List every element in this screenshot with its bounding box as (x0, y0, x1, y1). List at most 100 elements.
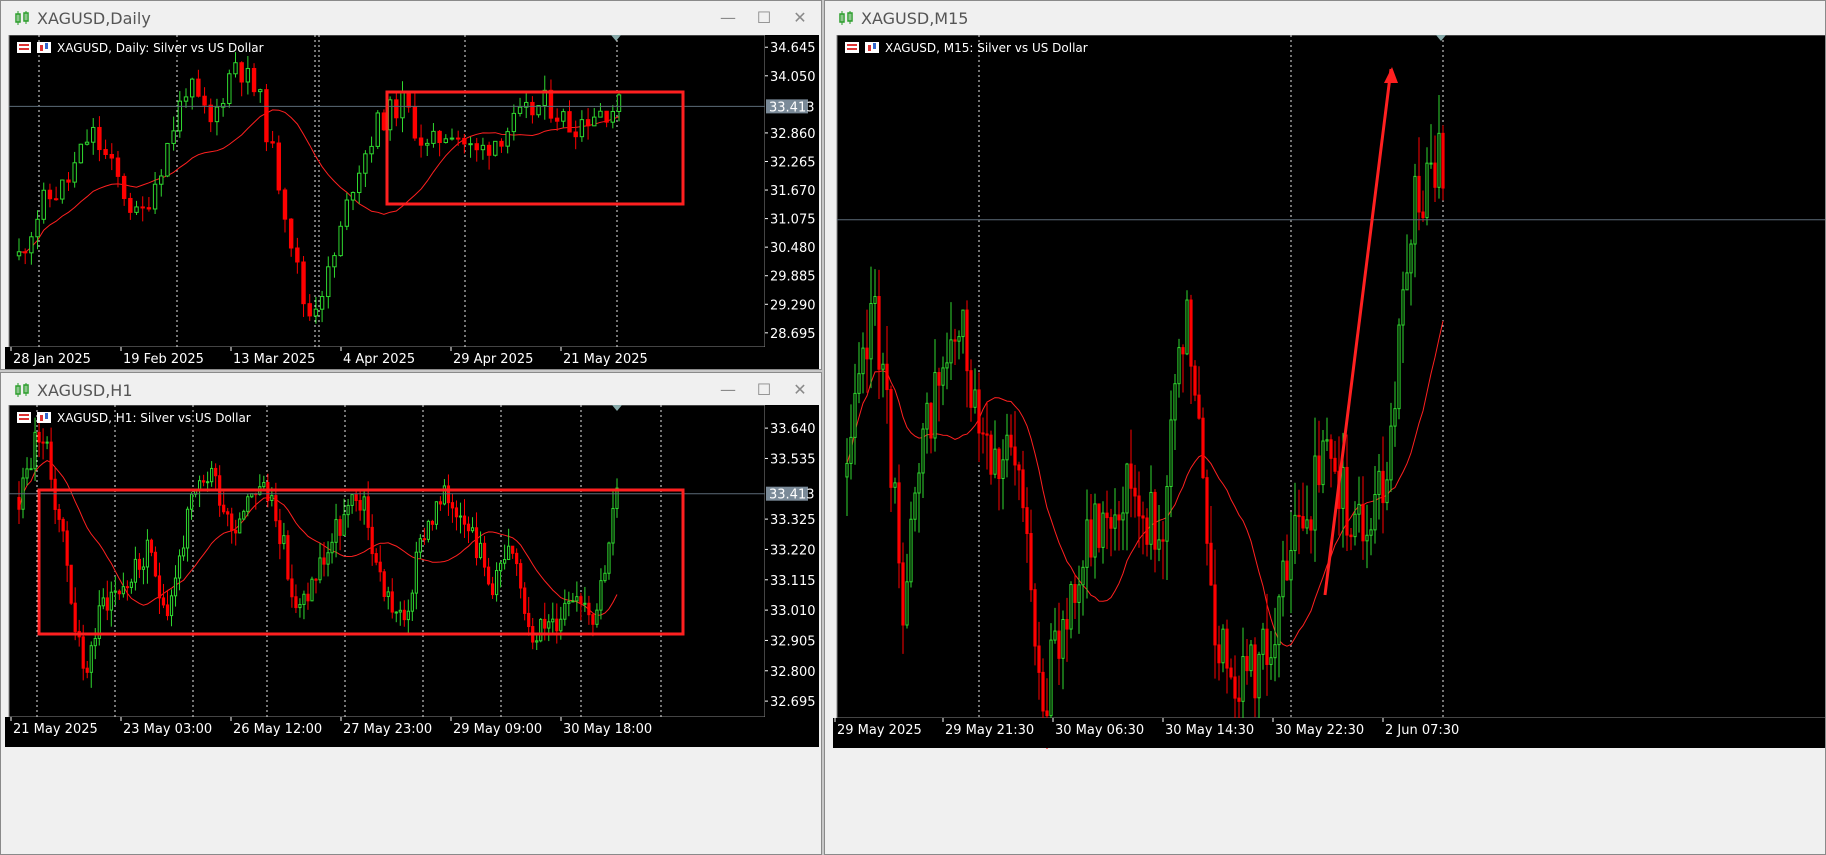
candle (264, 89, 269, 143)
candle (1389, 425, 1393, 481)
candle (342, 514, 346, 536)
candle (117, 590, 121, 595)
candle (466, 523, 471, 532)
candle (434, 501, 438, 525)
candle (350, 494, 354, 506)
current-price-label: 33.413 (769, 100, 815, 115)
candle (290, 578, 294, 598)
candle (499, 140, 504, 147)
price-tick-label: 32.695 (770, 695, 816, 710)
candle (1245, 656, 1249, 672)
m15-chart-window[interactable]: XAGUSD,M15 XAGUSD, M15: Silver vs US Dol… (824, 0, 1826, 855)
daily-price-chart[interactable]: XAGUSD, Daily: Silver vs US Dollar 34.645… (5, 35, 819, 369)
chart-header-text: XAGUSD, H1: Silver vs US Dollar (57, 411, 251, 425)
candle (202, 480, 206, 483)
candle (286, 535, 290, 580)
candle (1301, 516, 1305, 529)
time-tick-label: 13 Mar 2025 (233, 352, 315, 367)
daily-chart-window[interactable]: XAGUSD,Daily — ☐ ✕ XAGUSD, Daily: Silver… (0, 0, 822, 370)
candle (1141, 515, 1145, 519)
candle (406, 610, 410, 621)
candle (386, 591, 390, 597)
candle (957, 336, 961, 342)
candle (499, 562, 503, 571)
candle (45, 441, 49, 444)
candle (61, 518, 65, 532)
candle (1093, 503, 1097, 558)
candle (89, 645, 93, 673)
candle (258, 89, 263, 93)
candle (1249, 644, 1253, 672)
candle (595, 609, 599, 625)
candle (539, 618, 543, 642)
candle (29, 236, 34, 254)
candle (1153, 491, 1157, 550)
candle (189, 493, 194, 510)
h1-window-title: XAGUSD,H1 (37, 381, 133, 400)
candle (599, 580, 603, 611)
candlestick-icon (15, 383, 29, 397)
candle (905, 581, 909, 626)
candle (1149, 491, 1153, 545)
candle (115, 157, 121, 177)
h1-chart-window[interactable]: XAGUSD,H1 — ☐ ✕ XAGUSD, H1: Silver vs US… (0, 372, 822, 855)
candle (1129, 463, 1133, 489)
candle (869, 302, 873, 360)
candle (437, 130, 442, 144)
candle (152, 183, 158, 210)
candle (295, 247, 300, 263)
candle (1065, 618, 1069, 630)
candle (270, 495, 274, 501)
maximize-button[interactable]: ☐ (749, 6, 779, 30)
candle (1413, 175, 1417, 245)
daily-title-bar[interactable]: XAGUSD,Daily — ☐ ✕ (1, 1, 821, 35)
candle (937, 372, 941, 386)
candle (109, 153, 114, 159)
candle (1373, 493, 1377, 531)
m15-price-chart[interactable]: XAGUSD, M15: Silver vs US Dollar 29 May 2… (833, 35, 1826, 855)
candle (610, 110, 616, 123)
candle (468, 143, 473, 146)
candle (993, 448, 997, 475)
minimize-button[interactable]: — (713, 378, 743, 402)
time-tick-label: 21 May 2025 (563, 352, 648, 367)
candle (1241, 656, 1245, 702)
maximize-button[interactable]: ☐ (749, 378, 779, 402)
close-button[interactable]: ✕ (785, 378, 815, 402)
candle (338, 519, 342, 536)
candle (486, 566, 491, 585)
candle (227, 73, 232, 104)
chart-type-icon-bar (40, 415, 43, 421)
candle (1005, 434, 1009, 461)
candle (238, 518, 242, 534)
candle (1185, 299, 1189, 355)
close-button[interactable]: ✕ (785, 6, 815, 30)
candle (97, 126, 102, 151)
time-tick-label: 23 May 03:00 (123, 722, 212, 737)
minimize-button[interactable]: — (713, 6, 743, 30)
candle (1113, 514, 1117, 529)
candle (33, 431, 37, 470)
chart-menu-icon-bar (19, 48, 29, 50)
candle (511, 545, 515, 554)
candle (183, 96, 189, 102)
h1-title-bar[interactable]: XAGUSD,H1 — ☐ ✕ (1, 373, 821, 407)
price-tick-label: 32.800 (770, 665, 816, 680)
candle (17, 496, 21, 510)
candle (1045, 710, 1049, 717)
m15-title-bar[interactable]: XAGUSD,M15 (825, 1, 1825, 35)
price-tick-label: 34.645 (770, 41, 816, 56)
candle (332, 255, 337, 268)
candle (567, 111, 572, 133)
candle (222, 504, 226, 513)
candle (153, 551, 158, 577)
chart-menu-icon-bar (19, 414, 29, 416)
time-tick-label: 30 May 22:30 (1275, 723, 1364, 738)
candle (422, 538, 426, 541)
candle (73, 602, 77, 632)
candle (1013, 446, 1017, 466)
candle (470, 527, 475, 532)
candle (1025, 507, 1029, 535)
h1-price-chart[interactable]: XAGUSD, H1: Silver vs US Dollar 33.640 33.… (5, 405, 819, 854)
candle (1257, 653, 1261, 699)
